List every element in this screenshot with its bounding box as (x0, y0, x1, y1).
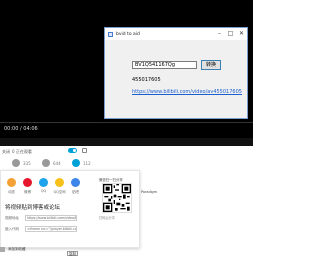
share-targets: 动态 微博 QQ QQ空间 贴吧 (5, 178, 85, 194)
video-address-field[interactable]: https://www.bilibili.com/video/BV1Q54116… (25, 215, 77, 221)
weibo-icon (23, 178, 32, 187)
dynamic-icon (7, 178, 16, 187)
danmaku-bar: 关闭 0 正在观看 (0, 146, 253, 156)
bottom-left-item[interactable]: 添加到收藏 (0, 247, 26, 252)
favorite-count: 644 (53, 160, 61, 166)
share-popup: 动态 微博 QQ QQ空间 贴吧 将视频贴到博客或论坛 视频地址 https:/… (0, 170, 140, 248)
convert-button[interactable]: 转换 (201, 60, 221, 70)
folder-icon (0, 247, 5, 252)
video-address-label: 视频地址 (5, 216, 19, 220)
share-tieba[interactable]: 贴吧 (69, 178, 82, 194)
favorite-button[interactable]: 644 (42, 159, 61, 167)
share-count: 112 (83, 160, 91, 166)
bv-input[interactable]: BV1Q541167Qg (132, 61, 197, 69)
player-controls: 00:00 / 04:06 (0, 122, 253, 138)
share-qzone[interactable]: QQ空间 (53, 178, 66, 194)
minimize-button[interactable]: – (214, 28, 225, 40)
av-number: 455017605 (132, 77, 161, 83)
like-button[interactable]: 335 (12, 159, 31, 167)
playback-time: 00:00 / 04:06 (4, 126, 38, 132)
player-bottom-bar (0, 138, 253, 146)
share-icon (72, 159, 80, 167)
share-weibo[interactable]: 微博 (21, 178, 34, 194)
viewer-count: 0 正在观看 (12, 149, 32, 154)
side-text: Paradigm (141, 190, 157, 194)
danmaku-toggle[interactable] (68, 148, 77, 153)
qq-icon (39, 178, 48, 187)
window-title: bvid to aid (116, 31, 140, 37)
action-row: 335 644 112 (0, 158, 253, 170)
embed-title: 将视频贴到博客或论坛 (5, 205, 61, 211)
star-icon (42, 159, 50, 167)
qr-hint: 扫码后分享 (99, 216, 115, 220)
tieba-icon (71, 178, 80, 187)
qzone-icon (55, 178, 64, 187)
app-icon (108, 31, 113, 37)
qr-code (102, 183, 132, 213)
embed-code-field[interactable]: <iframe src="//player.bilibili.com/playe… (25, 226, 77, 232)
settings-icon[interactable] (82, 148, 87, 153)
bv-to-av-window: bvid to aid – □ ✕ BV1Q541167Qg 转换 455017… (104, 27, 248, 119)
av-link[interactable]: https://www.bilibili.com/video/av4550176… (132, 89, 242, 95)
window-titlebar: bvid to aid – □ ✕ (105, 28, 247, 40)
like-count: 335 (23, 160, 31, 166)
embed-code-label: 嵌入代码 (5, 227, 19, 231)
share-dynamic[interactable]: 动态 (5, 178, 18, 194)
close-button[interactable]: ✕ (236, 28, 247, 40)
sendbar-left[interactable]: 关闭 (2, 149, 10, 155)
qr-caption: 微信扫一扫分享 (99, 178, 123, 182)
copy-button[interactable]: 复制 (67, 251, 78, 256)
share-qq[interactable]: QQ (37, 178, 50, 194)
maximize-button[interactable]: □ (225, 28, 236, 40)
like-icon (12, 159, 20, 167)
share-button[interactable]: 112 (72, 159, 91, 167)
